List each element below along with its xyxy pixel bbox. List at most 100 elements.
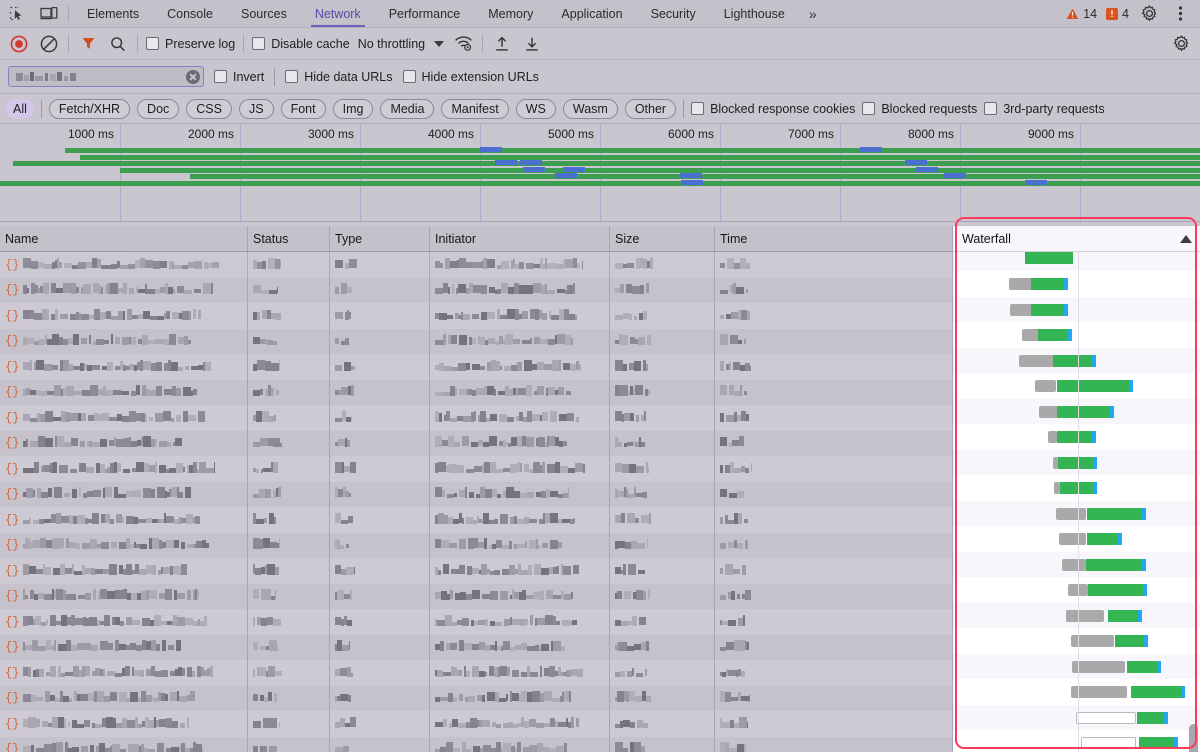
network-controls-toolbar: Preserve log Disable cache No throttling xyxy=(0,28,1200,60)
preserve-log-checkbox[interactable]: Preserve log xyxy=(146,37,235,51)
redacted-text xyxy=(253,360,280,374)
type-filter-img[interactable]: Img xyxy=(333,99,374,119)
waterfall-end-marker xyxy=(1157,661,1161,673)
third-party-requests-checkbox[interactable]: 3rd-party requests xyxy=(984,102,1104,116)
more-tabs-button[interactable]: » xyxy=(799,0,827,27)
waterfall-row[interactable] xyxy=(953,526,1200,552)
disable-cache-checkbox[interactable]: Disable cache xyxy=(252,37,350,51)
waterfall-row[interactable] xyxy=(953,399,1200,425)
cell-status xyxy=(248,737,330,752)
search-input[interactable] xyxy=(8,66,204,87)
waterfall-row[interactable] xyxy=(953,705,1200,731)
waterfall-stalled-segment xyxy=(1059,533,1086,545)
type-filter-doc[interactable]: Doc xyxy=(137,99,179,119)
inspect-element-icon[interactable] xyxy=(6,3,28,25)
invert-checkbox[interactable]: Invert xyxy=(214,70,264,84)
filter-icon[interactable] xyxy=(77,33,99,55)
cell-time xyxy=(715,507,953,533)
hide-extension-urls-checkbox[interactable]: Hide extension URLs xyxy=(403,70,539,84)
redacted-text xyxy=(335,564,355,578)
waterfall-bar xyxy=(953,584,1200,596)
column-header-time[interactable]: Time xyxy=(715,226,953,251)
waterfall-row[interactable] xyxy=(953,679,1200,705)
type-filter-wasm[interactable]: Wasm xyxy=(563,99,618,119)
column-header-size[interactable]: Size xyxy=(610,226,715,251)
waterfall-row[interactable] xyxy=(953,450,1200,476)
search-icon[interactable] xyxy=(107,33,129,55)
kebab-menu-icon[interactable] xyxy=(1169,3,1191,25)
waterfall-row[interactable] xyxy=(953,475,1200,501)
waterfall-stalled-segment xyxy=(1056,508,1086,520)
record-button[interactable] xyxy=(8,33,30,55)
tab-elements[interactable]: Elements xyxy=(73,0,153,27)
throttling-select[interactable]: No throttling xyxy=(358,37,444,51)
column-header-type[interactable]: Type xyxy=(330,226,430,251)
waterfall-row[interactable] xyxy=(953,603,1200,629)
sort-ascending-arrow-icon[interactable] xyxy=(1180,235,1192,243)
cell-name: {} xyxy=(0,303,248,329)
waterfall-row[interactable] xyxy=(953,730,1200,752)
tab-network[interactable]: Network xyxy=(301,0,375,27)
waterfall-row[interactable] xyxy=(953,577,1200,603)
type-filter-media[interactable]: Media xyxy=(380,99,434,119)
gear-icon[interactable] xyxy=(1138,3,1160,25)
tab-label: Lighthouse xyxy=(724,7,785,21)
type-filter-ws[interactable]: WS xyxy=(516,99,556,119)
network-settings-gear-icon[interactable] xyxy=(1170,33,1192,55)
waterfall-row[interactable] xyxy=(953,297,1200,323)
column-header-status[interactable]: Status xyxy=(248,226,330,251)
type-filter-font[interactable]: Font xyxy=(281,99,326,119)
column-header-name[interactable]: Name xyxy=(0,226,248,251)
type-filter-manifest[interactable]: Manifest xyxy=(441,99,508,119)
waterfall-download-segment xyxy=(1137,712,1164,724)
tab-application[interactable]: Application xyxy=(547,0,636,27)
tab-label: Performance xyxy=(389,7,461,21)
issues-badge[interactable]: 4 xyxy=(1106,7,1129,21)
cell-time xyxy=(715,558,953,584)
hide-data-urls-checkbox[interactable]: Hide data URLs xyxy=(285,70,392,84)
tab-console[interactable]: Console xyxy=(153,0,227,27)
network-overview-timeline[interactable]: 1000 ms2000 ms3000 ms4000 ms5000 ms6000 … xyxy=(0,124,1200,222)
tab-lighthouse[interactable]: Lighthouse xyxy=(710,0,799,27)
waterfall-row[interactable] xyxy=(953,552,1200,578)
tab-sources[interactable]: Sources xyxy=(227,0,301,27)
waterfall-row[interactable] xyxy=(953,501,1200,527)
waterfall-row[interactable] xyxy=(953,271,1200,297)
import-har-icon[interactable] xyxy=(491,33,513,55)
column-header-initiator[interactable]: Initiator xyxy=(430,226,610,251)
clear-button[interactable] xyxy=(38,33,60,55)
type-filter-other[interactable]: Other xyxy=(625,99,676,119)
waterfall-row[interactable] xyxy=(953,252,1200,271)
tab-performance[interactable]: Performance xyxy=(375,0,475,27)
json-brace-icon: {} xyxy=(5,691,19,705)
clear-search-icon[interactable] xyxy=(186,70,200,84)
waterfall-bar xyxy=(953,355,1200,367)
cell-size xyxy=(610,405,715,431)
cell-time xyxy=(715,584,953,610)
type-filter-css[interactable]: CSS xyxy=(186,99,232,119)
waterfall-row[interactable] xyxy=(953,424,1200,450)
checkbox-box xyxy=(214,70,227,83)
redacted-text xyxy=(335,360,355,374)
waterfall-header[interactable]: Waterfall xyxy=(953,226,1200,252)
overview-marker xyxy=(916,167,938,172)
waterfall-row[interactable] xyxy=(953,322,1200,348)
network-conditions-icon[interactable] xyxy=(452,33,474,55)
tab-security[interactable]: Security xyxy=(637,0,710,27)
blocked-requests-checkbox[interactable]: Blocked requests xyxy=(862,102,977,116)
waterfall-download-segment xyxy=(1025,252,1073,264)
tab-memory[interactable]: Memory xyxy=(474,0,547,27)
type-filter-fetch-xhr[interactable]: Fetch/XHR xyxy=(49,99,130,119)
warnings-badge[interactable]: 14 xyxy=(1066,7,1097,21)
export-har-icon[interactable] xyxy=(521,33,543,55)
type-filter-js[interactable]: JS xyxy=(239,99,274,119)
waterfall-row[interactable] xyxy=(953,348,1200,374)
device-toolbar-icon[interactable] xyxy=(38,3,60,25)
waterfall-row[interactable] xyxy=(953,628,1200,654)
waterfall-row[interactable] xyxy=(953,373,1200,399)
waterfall-row[interactable] xyxy=(953,654,1200,680)
vertical-scrollbar-thumb[interactable] xyxy=(1189,724,1198,752)
type-filter-all[interactable]: All xyxy=(6,99,34,119)
blocked-response-cookies-checkbox[interactable]: Blocked response cookies xyxy=(691,102,855,116)
redacted-text xyxy=(253,487,281,501)
